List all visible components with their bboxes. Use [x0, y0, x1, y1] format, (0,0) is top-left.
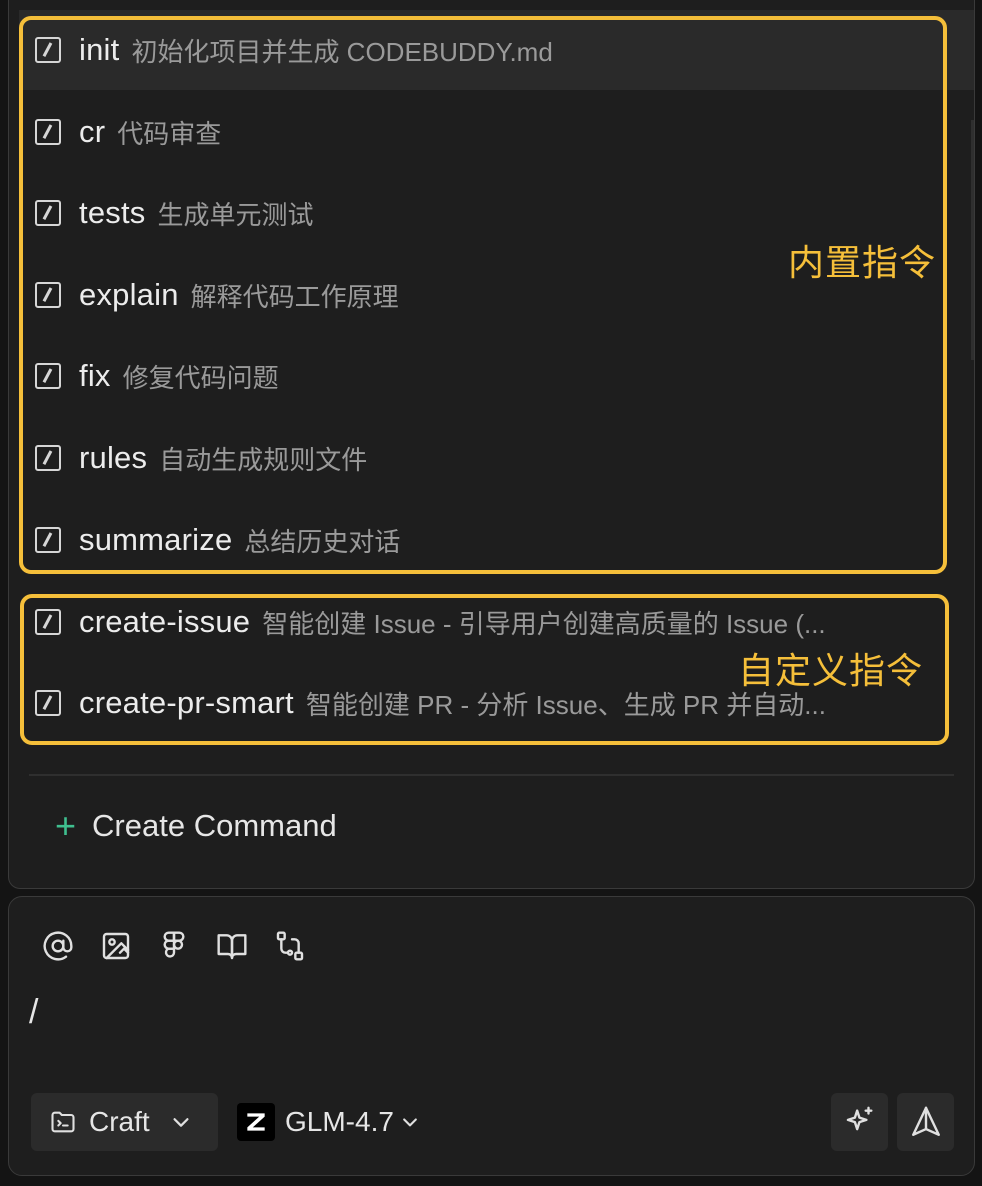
chat-input[interactable]: / [29, 993, 38, 1032]
at-icon[interactable] [39, 927, 77, 965]
chevron-down-icon [403, 1118, 417, 1127]
create-command-label: Create Command [92, 808, 337, 843]
command-item-rules[interactable]: rules 自动生成规则文件 [19, 418, 974, 498]
sparkle-icon [846, 1106, 873, 1131]
slash-command-icon [35, 363, 61, 389]
mode-selector[interactable]: Craft [31, 1093, 218, 1151]
slash-command-icon [35, 445, 61, 471]
plus-icon: + [55, 805, 77, 846]
create-command-button[interactable]: + Create Command [55, 808, 337, 844]
image-icon[interactable] [97, 927, 135, 965]
figma-icon[interactable] [155, 927, 193, 965]
book-icon[interactable] [213, 927, 251, 965]
slash-command-icon [35, 527, 61, 553]
slash-command-icon [35, 282, 61, 308]
builtin-commands-annotation: 内置指令 [788, 242, 937, 283]
input-toolbar [39, 927, 309, 965]
command-popup: init 初始化项目并生成 CODEBUDDY.md cr 代码审查 tests… [8, 0, 975, 889]
scrollbar[interactable] [971, 120, 974, 360]
workflow-icon[interactable] [271, 927, 309, 965]
custom-commands-annotation: 自定义指令 [738, 650, 924, 691]
mode-label: Craft [89, 1106, 150, 1137]
command-description: 解释代码工作原理 [190, 281, 399, 312]
chevron-down-icon [173, 1118, 189, 1127]
model-label: GLM-4.7 [285, 1106, 394, 1137]
slash-command-icon [35, 37, 61, 63]
command-description: 生成单元测试 [157, 199, 314, 230]
command-item-summarize[interactable]: summarize 总结历史对话 [19, 500, 974, 580]
command-name: explain [79, 277, 179, 312]
slash-command-icon [35, 119, 61, 145]
command-name: rules [79, 440, 148, 475]
enhance-prompt-button[interactable] [831, 1093, 888, 1151]
command-description: 初始化项目并生成 CODEBUDDY.md [131, 36, 553, 67]
folder-terminal-icon [51, 1111, 75, 1133]
divider [29, 774, 954, 776]
slash-command-icon [35, 609, 61, 635]
command-description: 总结历史对话 [244, 526, 401, 557]
command-name: cr [79, 114, 106, 149]
command-item-cr[interactable]: cr 代码审查 [19, 92, 974, 172]
command-item-fix[interactable]: fix 修复代码问题 [19, 336, 974, 416]
send-icon [911, 1106, 940, 1136]
model-selector[interactable]: GLM-4.7 [237, 1093, 420, 1151]
slash-command-icon [35, 690, 61, 716]
command-item-init[interactable]: init 初始化项目并生成 CODEBUDDY.md [19, 10, 974, 90]
command-name: summarize [79, 522, 233, 557]
command-name: create-issue [79, 604, 251, 639]
command-description: 自动生成规则文件 [159, 444, 368, 475]
command-name: init [79, 32, 120, 67]
command-name: tests [79, 195, 146, 230]
command-name: fix [79, 358, 111, 393]
zhipu-logo-icon [237, 1103, 275, 1141]
command-description: 修复代码问题 [122, 362, 279, 393]
command-description: 代码审查 [117, 118, 222, 149]
send-button[interactable] [897, 1093, 954, 1151]
command-description: 智能创建 Issue - 引导用户创建高质量的 Issue (... [262, 608, 826, 639]
slash-command-icon [35, 200, 61, 226]
command-name: create-pr-smart [79, 685, 294, 720]
chat-input-panel: / Craft GLM-4.7 [8, 896, 975, 1176]
